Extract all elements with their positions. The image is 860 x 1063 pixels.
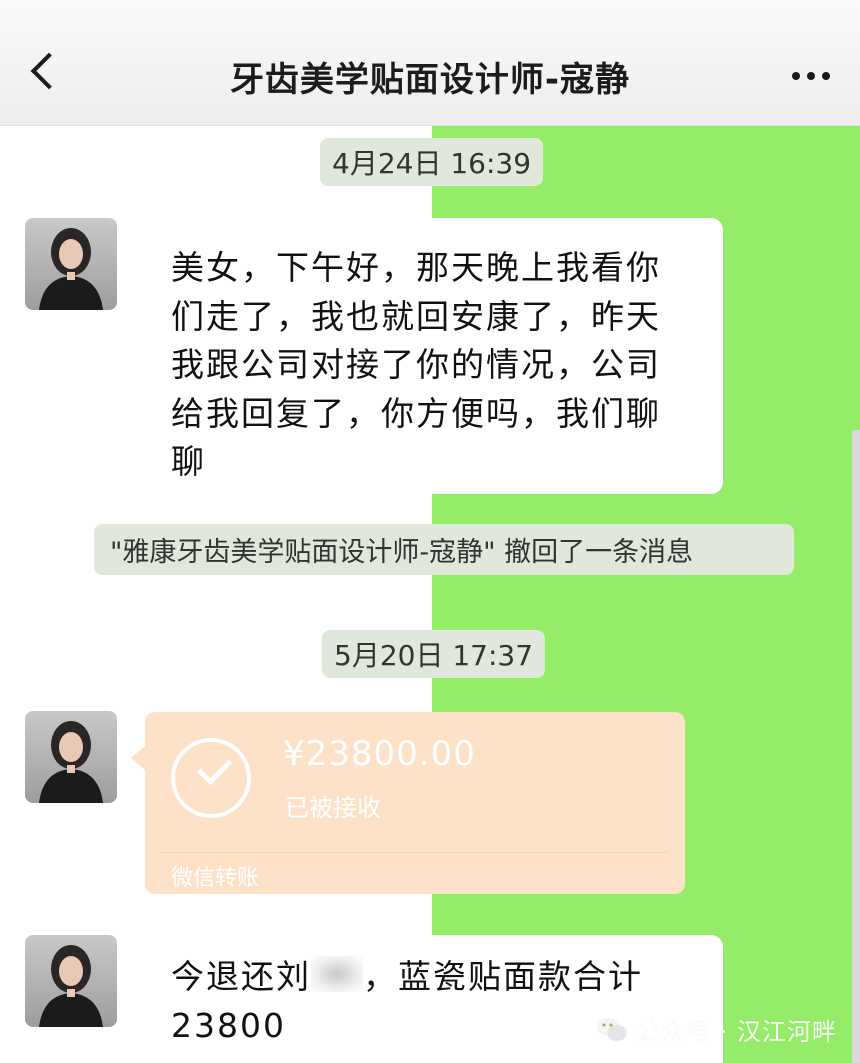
message-line: 我跟公司对接了你的情况，公司 bbox=[171, 345, 661, 384]
dot bbox=[792, 72, 800, 80]
message-line: 今退还刘 ，蓝瓷贴面款合计 bbox=[171, 953, 699, 1002]
avatar-person-icon bbox=[39, 945, 103, 1027]
message-bubble[interactable]: 美女，下午好，那天晚上我看你 们走了，我也就回安康了，昨天 我跟公司对接了你的情… bbox=[133, 218, 723, 494]
timestamp: 5月20日 17:37 bbox=[322, 630, 546, 678]
dot bbox=[822, 72, 830, 80]
avatar[interactable] bbox=[25, 711, 117, 803]
transfer-amount: ¥23800.00 bbox=[283, 734, 476, 774]
avatar-person-icon bbox=[39, 228, 103, 310]
watermark-text: 公众号 · 汉江河畔 bbox=[636, 1018, 837, 1046]
chat-screen: 牙齿美学贴面设计师-寇静 4月24日 16:39 美女，下午好，那天晚上我看你 … bbox=[0, 0, 860, 1063]
avatar-person-icon bbox=[39, 721, 103, 803]
recall-notice: "雅康牙齿美学贴面设计师-寇静" 撤回了一条消息 bbox=[94, 524, 794, 575]
transfer-card[interactable]: ¥23800.00 已被接收 微信转账 bbox=[131, 712, 685, 894]
message-text: 今退还刘 bbox=[171, 957, 311, 996]
timestamp: 4月24日 16:39 bbox=[320, 138, 544, 186]
scroll-edge bbox=[852, 430, 860, 1063]
check-circle-icon bbox=[171, 738, 251, 818]
message-text: ，蓝瓷贴面款合计 bbox=[363, 957, 643, 996]
more-dots-icon[interactable] bbox=[792, 72, 830, 80]
watermark: 公众号 · 汉江河畔 bbox=[596, 1012, 837, 1047]
message-line: 聊 bbox=[171, 442, 206, 481]
transfer-status: 已被接收 bbox=[285, 794, 381, 822]
chat-header: 牙齿美学贴面设计师-寇静 bbox=[0, 0, 860, 126]
message-line: 们走了，我也就回安康了，昨天 bbox=[171, 296, 661, 336]
message-line: 给我回复了，你方便吗，我们聊 bbox=[171, 393, 661, 433]
avatar[interactable] bbox=[25, 935, 117, 1027]
transfer-divider bbox=[161, 852, 669, 853]
blurred-name bbox=[311, 956, 363, 992]
message-line: 美女，下午好，那天晚上我看你 bbox=[171, 248, 661, 287]
chat-title: 牙齿美学贴面设计师-寇静 bbox=[229, 60, 631, 100]
transfer-label: 微信转账 bbox=[171, 866, 260, 891]
avatar[interactable] bbox=[25, 218, 117, 310]
dot bbox=[807, 72, 815, 80]
check-mark bbox=[196, 749, 233, 786]
wechat-icon bbox=[597, 1017, 627, 1041]
